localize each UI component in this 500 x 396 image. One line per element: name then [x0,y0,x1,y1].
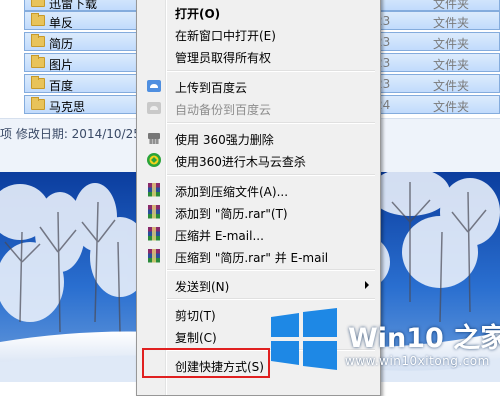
folder-icon [31,55,45,68]
menu-item-label: 自动备份到百度云 [175,103,272,117]
file-type: 文件夹 [433,16,470,30]
file-type: 文件夹 [433,79,470,93]
menu-item-compress-rar-email[interactable]: 压缩到 "简历.rar" 并 E-mail [139,245,377,267]
menu-item-label: 添加到 "简历.rar"(T) [175,207,288,221]
file-type: 文件夹 [433,37,470,51]
menu-item-auto-backup-baidu: 自动备份到百度云 [139,97,377,119]
menu-item-label: 在新窗口中打开(E) [175,29,276,43]
baidu-cloud-icon [146,78,162,94]
watermark: Win10 之家 www.win10xitong.com [265,302,500,382]
folder-icon [31,97,45,110]
menu-item-label: 打开(O) [175,7,221,21]
menu-item-take-ownership[interactable]: 管理员取得所有权 [139,45,377,67]
folder-icon [31,0,45,7]
watermark-brand: Win10 之家 [348,323,500,354]
baidu-backup-icon [146,100,162,116]
menu-item-label: 使用360进行木马云查杀 [175,155,306,169]
menu-item-label: 添加到压缩文件(A)... [175,185,289,199]
file-name: 百度 [49,79,74,93]
windows-logo-icon [271,308,337,370]
menu-item-add-to-rar[interactable]: 添加到 "简历.rar"(T) [139,201,377,223]
folder-icon [31,13,45,26]
watermark-site: www.win10xitong.com [345,354,490,368]
menu-item-open-new-window[interactable]: 在新窗口中打开(E) [139,23,377,45]
menu-item-add-to-archive[interactable]: 添加到压缩文件(A)... [139,179,377,201]
winrar-icon [146,204,162,220]
360-scan-icon [146,152,162,168]
file-name: 图片 [49,58,74,72]
menu-item-open[interactable]: 打开(O) [139,1,377,23]
menu-item-label: 剪切(T) [175,309,216,323]
folder-icon [31,34,45,47]
menu-item-label: 管理员取得所有权 [175,51,272,65]
menu-item-label: 使用 360强力删除 [175,133,274,147]
winrar-icon [146,182,162,198]
menu-item-label: 压缩到 "简历.rar" 并 E-mail [175,251,329,265]
menu-item-360-scan[interactable]: 使用360进行木马云查杀 [139,149,377,171]
menu-item-label: 发送到(N) [175,280,230,294]
menu-item-label: 上传到百度云 [175,81,248,95]
submenu-arrow-icon [365,281,369,289]
shredder-icon [146,130,162,146]
winrar-icon [146,226,162,242]
file-type: 文件夹 [433,58,470,72]
details-text: 项 修改日期: 2014/10/25 [0,127,141,141]
file-type: 文件夹 [433,100,470,114]
winrar-icon [146,248,162,264]
file-name: 单反 [49,16,74,30]
menu-item-compress-email[interactable]: 压缩并 E-mail... [139,223,377,245]
file-name: 简历 [49,37,74,51]
folder-icon [31,76,45,89]
menu-item-label: 压缩并 E-mail... [175,229,264,243]
menu-item-upload-baidu[interactable]: 上传到百度云 [139,75,377,97]
menu-item-label: 复制(C) [175,331,217,345]
file-name: 马克思 [49,100,86,114]
highlight-box [142,348,270,378]
menu-item-send-to[interactable]: 发送到(N) [139,274,377,296]
menu-item-360-delete[interactable]: 使用 360强力删除 [139,127,377,149]
